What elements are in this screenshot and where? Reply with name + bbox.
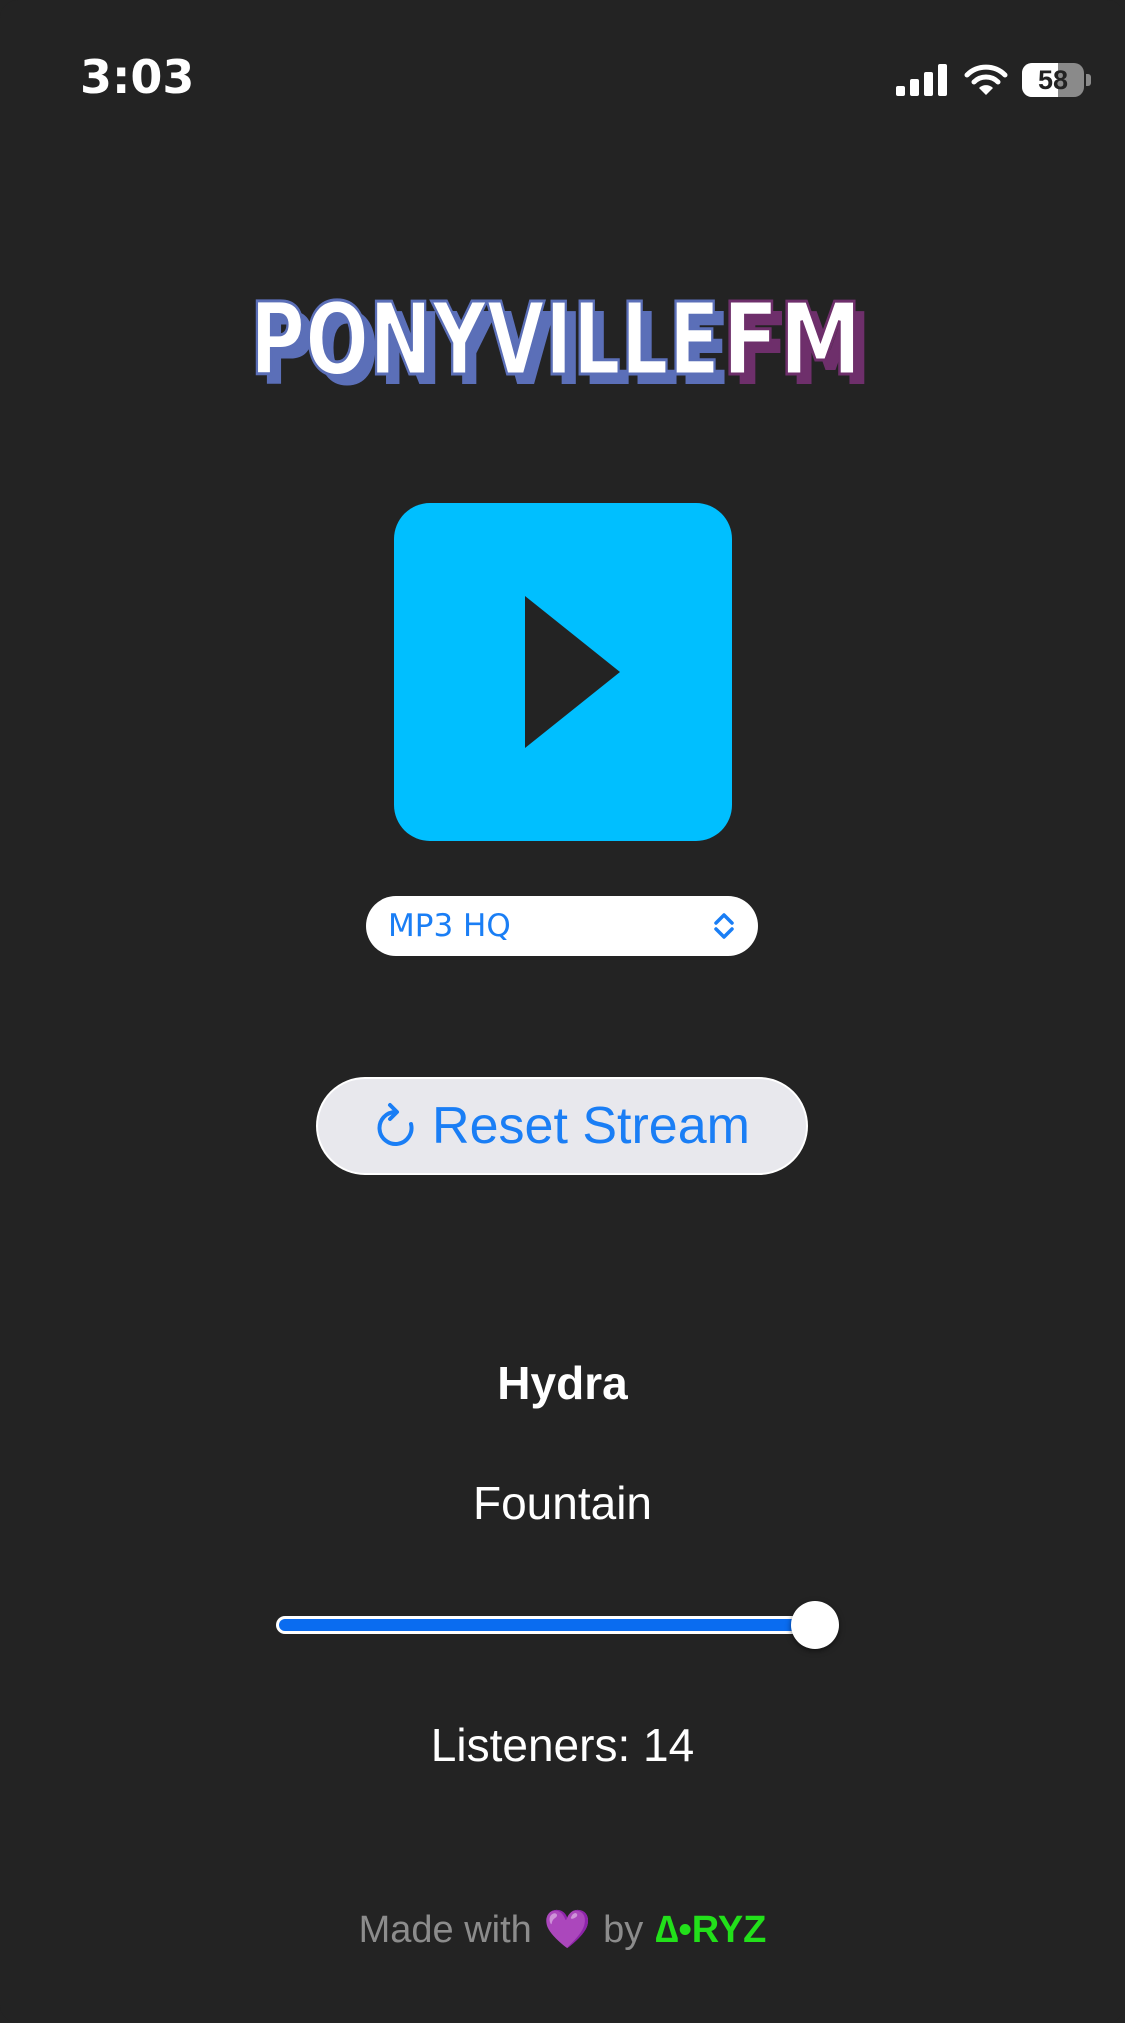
status-time: 3:03 [80,50,195,104]
volume-slider-thumb[interactable] [791,1601,839,1649]
stream-quality-select[interactable]: MP3 HQ [366,896,758,956]
chevron-up-down-icon [714,913,734,939]
ponyville-fm-logo: PONYVILLE PONYVILLE FM FM [250,290,872,390]
refresh-icon [377,1103,414,1146]
volume-slider-fill [279,1619,812,1631]
status-icons: 58 [896,60,1091,100]
volume-slider[interactable] [276,1600,850,1650]
footer-credit: Made with 💜 by ∆•RYZ [0,1908,1125,1952]
logo-secondary-text: FM [722,290,862,390]
reset-stream-label: Reset Stream [432,1097,750,1155]
play-icon [525,596,620,748]
cellular-signal-icon [896,64,947,96]
footer-made-with: Made with [358,1908,532,1951]
battery-icon: 58 [1022,63,1084,97]
app-screen: 3:03 58 PONYVILLE PONYVILLE FM FM MP3 HQ… [0,0,1125,2023]
play-button[interactable] [394,503,732,841]
wifi-icon [964,64,1008,95]
stream-quality-value: MP3 HQ [388,908,511,944]
reset-stream-button[interactable]: Reset Stream [316,1077,808,1175]
logo-primary-text: PONYVILLE [250,290,720,390]
now-playing-artist: Hydra [497,1357,628,1409]
now-playing-title: Fountain [472,1477,652,1529]
footer-brand-link[interactable]: ∆•RYZ [655,1909,766,1952]
battery-level: 58 [1037,64,1069,95]
listeners-count: Listeners: 14 [430,1719,695,1771]
heart-icon: 💜 [543,1909,592,1951]
battery-tip [1086,74,1091,86]
footer-by: by [603,1908,644,1951]
